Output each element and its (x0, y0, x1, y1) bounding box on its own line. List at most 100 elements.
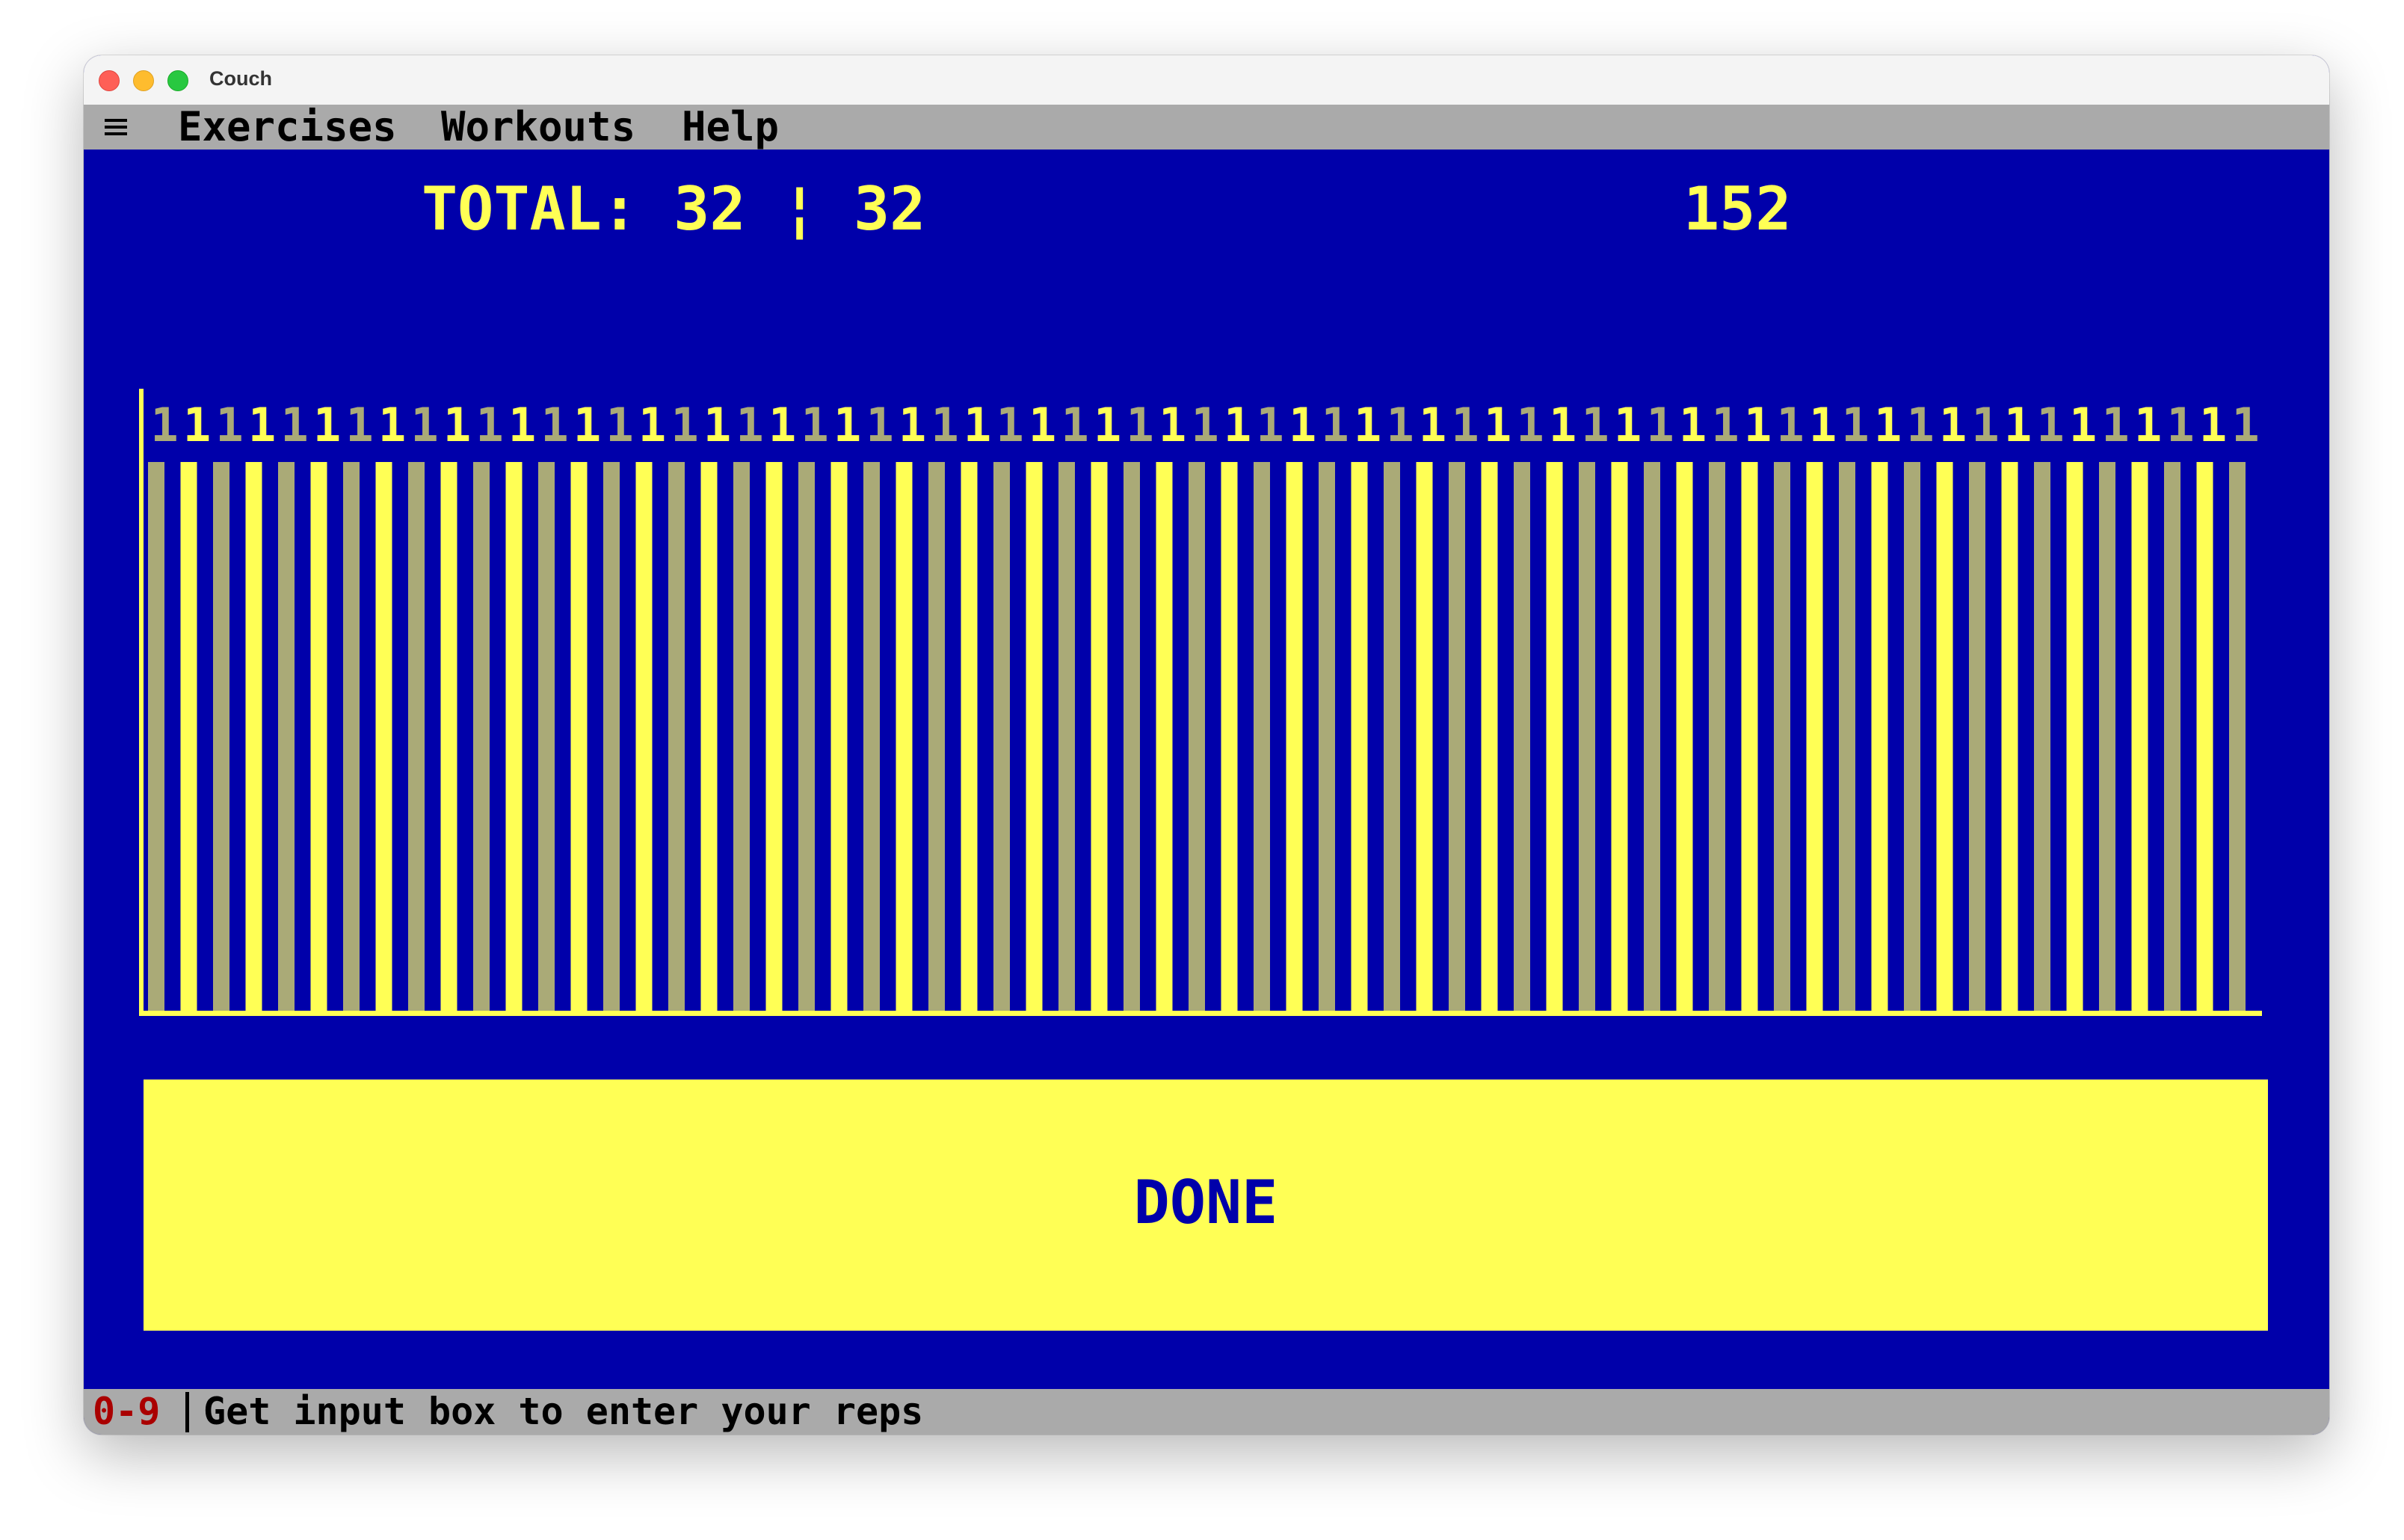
bar-56 (1936, 462, 1953, 1011)
bar-37 (1319, 462, 1335, 1011)
bar-label-44: 1 (1549, 398, 1577, 452)
bar-label-20: 1 (768, 398, 796, 452)
bar-label-65: 1 (2231, 398, 2259, 452)
bar-label-42: 1 (1484, 398, 1511, 452)
bar-label-58: 1 (2004, 398, 2032, 452)
done-button[interactable]: DONE (144, 1079, 2268, 1331)
bar-12 (505, 462, 523, 1011)
bar-label-39: 1 (1386, 398, 1414, 452)
bar-20 (765, 462, 783, 1011)
bar-22 (830, 462, 848, 1011)
bar-15 (603, 462, 620, 1011)
bar-label-53: 1 (1841, 398, 1869, 452)
done-button-label: DONE (1133, 1168, 1278, 1237)
bar-label-45: 1 (1581, 398, 1609, 452)
bar-label-35: 1 (1256, 398, 1283, 452)
close-window-button[interactable] (99, 70, 120, 91)
menu-help[interactable]: Help (682, 105, 779, 150)
bar-65 (2229, 462, 2246, 1011)
bar-42 (1481, 462, 1498, 1011)
bar-label-36: 1 (1289, 398, 1316, 452)
bar-34 (1221, 462, 1238, 1011)
bar-label-34: 1 (1224, 398, 1251, 452)
bar-21 (798, 462, 815, 1011)
bar-39 (1384, 462, 1400, 1011)
bar-5 (278, 462, 295, 1011)
bar-24 (896, 462, 913, 1011)
bar-label-40: 1 (1419, 398, 1446, 452)
bar-label-4: 1 (248, 398, 276, 452)
bar-label-51: 1 (1776, 398, 1804, 452)
bar-label-11: 1 (475, 398, 503, 452)
bar-8 (375, 462, 392, 1011)
bar-label-19: 1 (736, 398, 763, 452)
bar-label-62: 1 (2134, 398, 2162, 452)
bar-54 (1871, 462, 1888, 1011)
bar-4 (245, 462, 262, 1011)
status-bar: 0-9 Get input box to enter your reps (84, 1389, 2329, 1435)
bar-label-28: 1 (1029, 398, 1056, 452)
bar-label-10: 1 (443, 398, 471, 452)
bar-label-26: 1 (964, 398, 991, 452)
bar-17 (668, 462, 685, 1011)
chart-y-axis (139, 389, 144, 1015)
bar-49 (1709, 462, 1725, 1011)
bar-label-6: 1 (313, 398, 341, 452)
bar-46 (1611, 462, 1628, 1011)
menu-bar: Exercises Workouts Help (84, 105, 2329, 150)
menu-exercises[interactable]: Exercises (178, 105, 397, 150)
bar-9 (408, 462, 425, 1011)
bar-label-60: 1 (2069, 398, 2097, 452)
bar-41 (1449, 462, 1465, 1011)
app-window: Couch Exercises Workouts Help TOTAL: 32 … (84, 55, 2329, 1435)
status-divider (185, 1392, 189, 1432)
bar-label-29: 1 (1061, 398, 1088, 452)
bar-14 (570, 462, 588, 1011)
bar-31 (1124, 462, 1140, 1011)
bar-48 (1676, 462, 1693, 1011)
minimize-window-button[interactable] (133, 70, 154, 91)
bar-29 (1058, 462, 1075, 1011)
bar-label-49: 1 (1711, 398, 1739, 452)
bar-23 (863, 462, 880, 1011)
bar-label-43: 1 (1516, 398, 1544, 452)
bar-label-46: 1 (1614, 398, 1642, 452)
bar-label-37: 1 (1321, 398, 1349, 452)
bar-57 (1969, 462, 1985, 1011)
maximize-window-button[interactable] (167, 70, 188, 91)
bar-label-12: 1 (508, 398, 536, 452)
bar-label-59: 1 (2036, 398, 2064, 452)
title-bar: Couch (84, 55, 2329, 105)
bar-label-47: 1 (1646, 398, 1674, 452)
bar-label-15: 1 (605, 398, 633, 452)
bar-38 (1351, 462, 1368, 1011)
bar-43 (1514, 462, 1530, 1011)
bar-label-18: 1 (703, 398, 731, 452)
bar-60 (2066, 462, 2083, 1011)
bar-label-50: 1 (1744, 398, 1772, 452)
bar-label-61: 1 (2101, 398, 2129, 452)
hamburger-menu-icon[interactable] (105, 105, 135, 150)
bar-label-54: 1 (1874, 398, 1902, 452)
bar-6 (310, 462, 327, 1011)
bar-50 (1741, 462, 1758, 1011)
bar-label-3: 1 (215, 398, 243, 452)
bar-55 (1904, 462, 1920, 1011)
bar-label-27: 1 (996, 398, 1023, 452)
bar-label-32: 1 (1159, 398, 1186, 452)
bar-28 (1026, 462, 1043, 1011)
window-title: Couch (209, 67, 272, 90)
bar-label-25: 1 (931, 398, 958, 452)
bar-label-24: 1 (899, 398, 926, 452)
total-count-value: 152 (1683, 174, 1792, 244)
bar-30 (1091, 462, 1108, 1011)
bar-label-56: 1 (1939, 398, 1967, 452)
bar-label-23: 1 (866, 398, 893, 452)
bar-label-13: 1 (540, 398, 568, 452)
bar-10 (440, 462, 457, 1011)
bar-label-63: 1 (2166, 398, 2194, 452)
bar-label-16: 1 (638, 398, 666, 452)
bar-label-64: 1 (2199, 398, 2227, 452)
menu-workouts[interactable]: Workouts (441, 105, 635, 150)
bar-label-22: 1 (833, 398, 861, 452)
